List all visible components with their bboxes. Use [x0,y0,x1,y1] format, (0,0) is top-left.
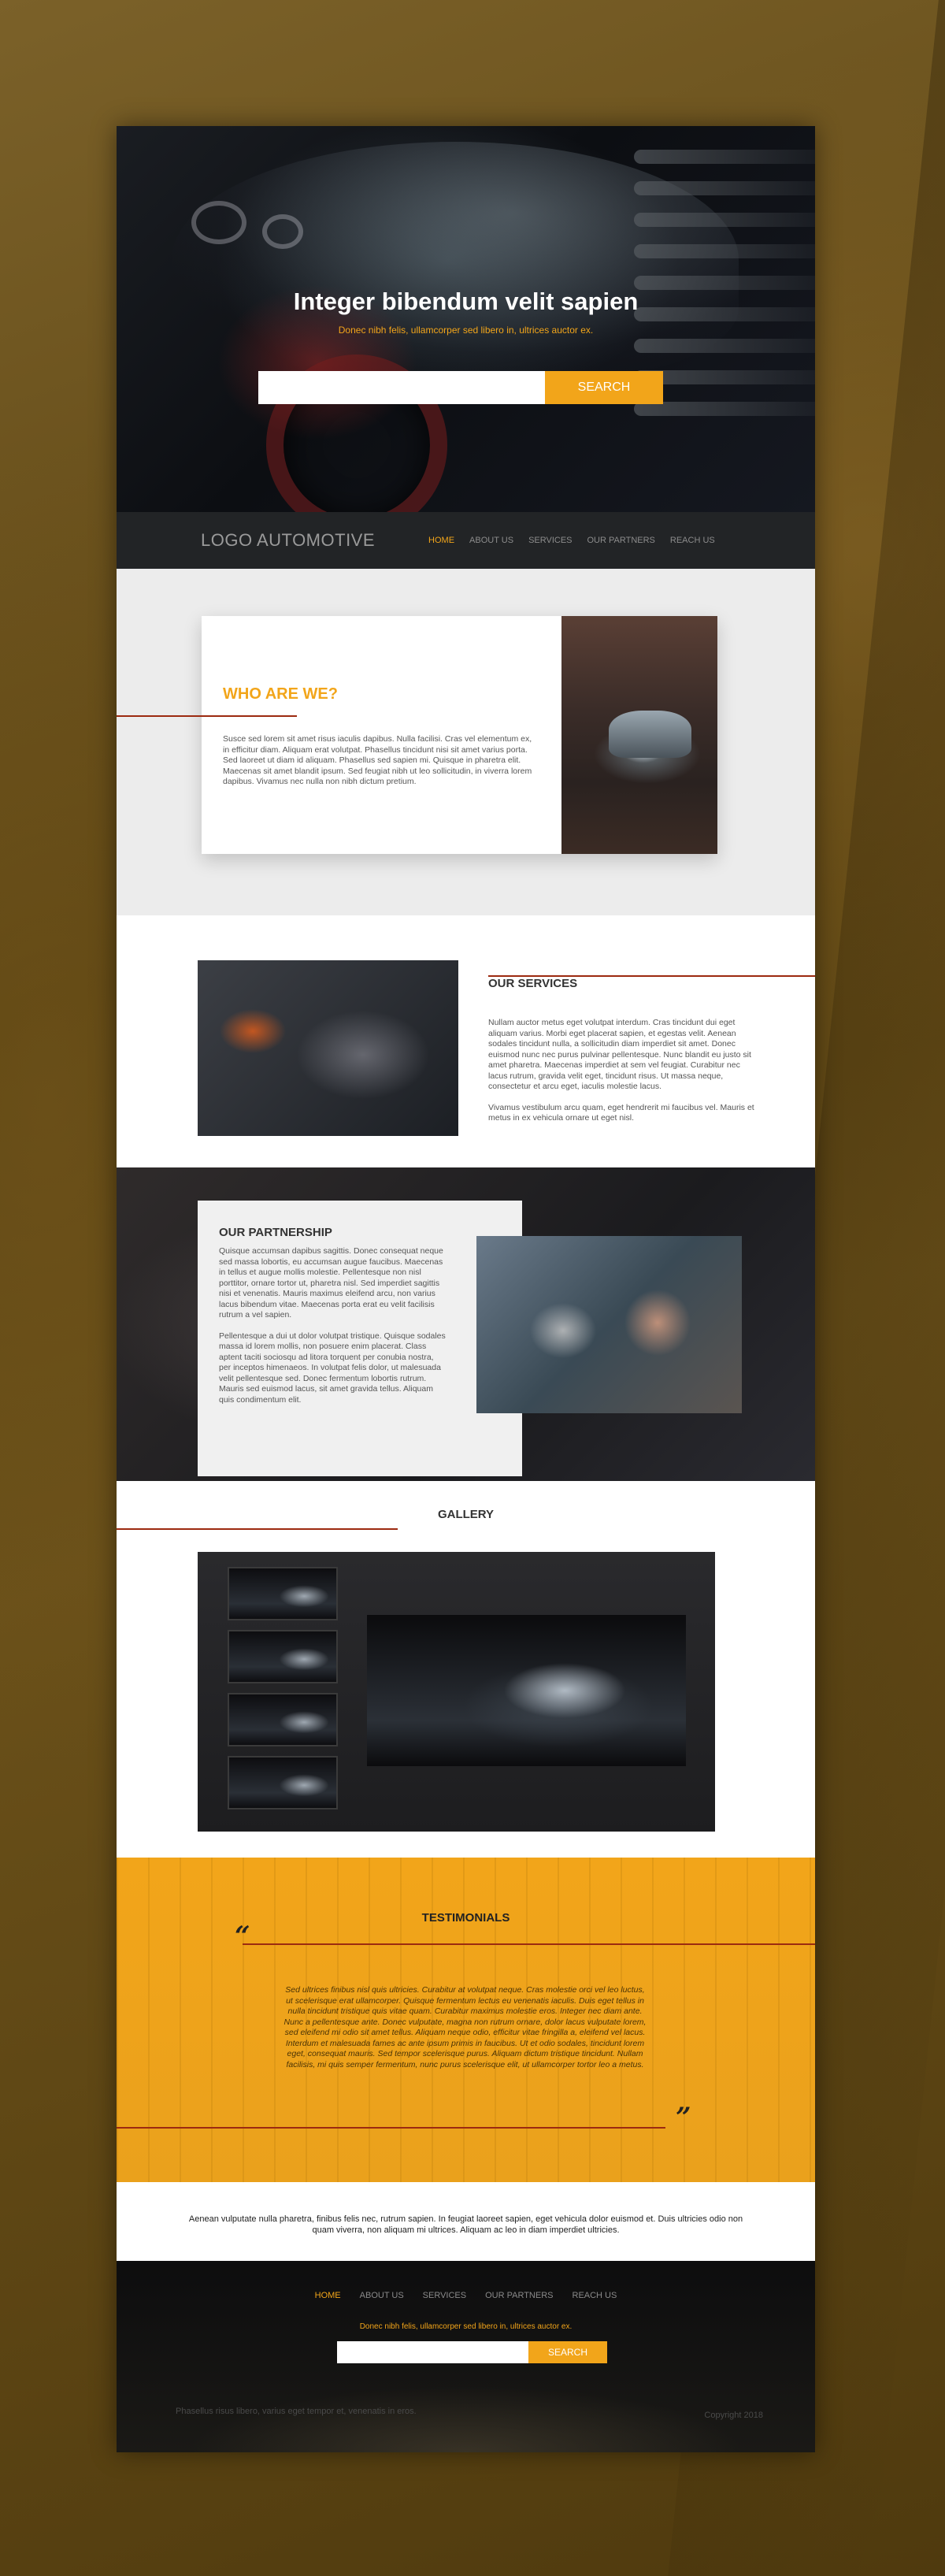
gallery-thumbnail[interactable] [228,1630,338,1683]
services-paragraph: Nullam auctor metus eget volutpat interd… [488,1018,751,1091]
section-divider-line [243,1943,815,1945]
section-divider-line [117,2127,665,2129]
footer-tagline: Phasellus risus libero, varius eget temp… [176,2407,417,2416]
nav-link-reach-us[interactable]: REACH US [670,536,715,545]
services-engine-image [198,960,458,1136]
footer-subtitle: Donec nibh felis, ullamcorper sed libero… [359,2322,573,2331]
who-car-image [561,616,717,854]
open-quote-icon: “ [235,1921,250,1952]
nav-link-services[interactable]: SERVICES [528,536,572,545]
footer-search-form: SEARCH [337,2341,607,2363]
testimonials-title: TESTIMONIALS [421,1911,510,1925]
hero-title: Integer bibendum velit sapien [293,288,639,315]
partnership-paragraph: Quisque accumsan dapibus sagittis. Donec… [219,1246,443,1320]
nav-links: HOME ABOUT US SERVICES OUR PARTNERS REAC… [428,536,730,545]
nav-link-about-us[interactable]: ABOUT US [469,536,513,545]
bottom-paragraph: Aenean vulputate nulla pharetra, finibus… [188,2214,743,2235]
who-title: WHO ARE WE? [223,685,338,703]
headlight-decoration [191,201,246,244]
footer-link-our-partners[interactable]: OUR PARTNERS [485,2291,553,2300]
who-section: WHO ARE WE? Susce sed lorem sit amet ris… [117,569,815,915]
testimonials-section: TESTIMONIALS “ Sed ultrices finibus nisl… [117,1858,815,2182]
footer-link-services[interactable]: SERVICES [423,2291,466,2300]
footer-search-input[interactable] [337,2341,528,2363]
partnership-handshake-image [476,1236,742,1413]
bottom-text-section: Aenean vulputate nulla pharetra, finibus… [117,2182,815,2261]
partnership-title: OUR PARTNERSHIP [219,1226,332,1239]
footer-nav: HOME ABOUT US SERVICES OUR PARTNERS REAC… [117,2291,815,2300]
who-text: Susce sed lorem sit amet risus iaculis d… [223,734,532,786]
hero-search-input[interactable] [258,371,545,404]
gallery-thumbnail[interactable] [228,1756,338,1810]
footer-link-home[interactable]: HOME [315,2291,341,2300]
partnership-text: Quisque accumsan dapibus sagittis. Donec… [219,1246,447,1405]
copyright: Copyright 2018 [704,2411,763,2420]
section-divider-line [117,1528,398,1530]
section-divider-line [488,975,815,977]
hero-subtitle: Donec nibh felis, ullamcorper sed libero… [338,325,594,336]
hero-section: Integer bibendum velit sapien Donec nibh… [117,126,815,512]
partnership-paragraph: Pellentesque a dui ut dolor volutpat tri… [219,1331,446,1405]
footer-link-about-us[interactable]: ABOUT US [360,2291,404,2300]
car-decoration [609,711,691,758]
partnership-section: OUR PARTNERSHIP Quisque accumsan dapibus… [117,1167,815,1481]
footer-link-reach-us[interactable]: REACH US [573,2291,617,2300]
close-quote-icon: ” [676,2102,691,2133]
nav-link-our-partners[interactable]: OUR PARTNERS [587,536,655,545]
gallery-title: GALLERY [437,1508,495,1521]
gallery-thumbnail[interactable] [228,1693,338,1746]
partnership-card: OUR PARTNERSHIP Quisque accumsan dapibus… [198,1201,522,1476]
gallery-frame [198,1552,715,1832]
services-paragraph: Vivamus vestibulum arcu quam, eget hendr… [488,1102,754,1123]
gallery-main-image [367,1615,686,1766]
gallery-thumbnail[interactable] [228,1567,338,1620]
footer: HOME ABOUT US SERVICES OUR PARTNERS REAC… [117,2261,815,2452]
hero-search-button[interactable]: SEARCH [545,371,663,404]
page: Integer bibendum velit sapien Donec nibh… [117,126,815,2452]
nav-link-home[interactable]: HOME [428,536,454,545]
main-nav: LOGO AUTOMOTIVE HOME ABOUT US SERVICES O… [117,512,815,569]
services-text: Nullam auctor metus eget volutpat interd… [488,1018,760,1124]
headlight-decoration [262,214,303,249]
logo[interactable]: LOGO AUTOMOTIVE [201,530,375,551]
services-title: OUR SERVICES [488,977,578,990]
footer-search-button[interactable]: SEARCH [528,2341,607,2363]
gallery-section: GALLERY [117,1481,815,1858]
hero-search-form: SEARCH [258,371,663,404]
section-divider-line [117,715,297,717]
services-section: OUR SERVICES Nullam auctor metus eget vo… [117,915,815,1167]
testimonial-text: Sed ultrices finibus nisl quis ultricies… [284,1985,647,2069]
